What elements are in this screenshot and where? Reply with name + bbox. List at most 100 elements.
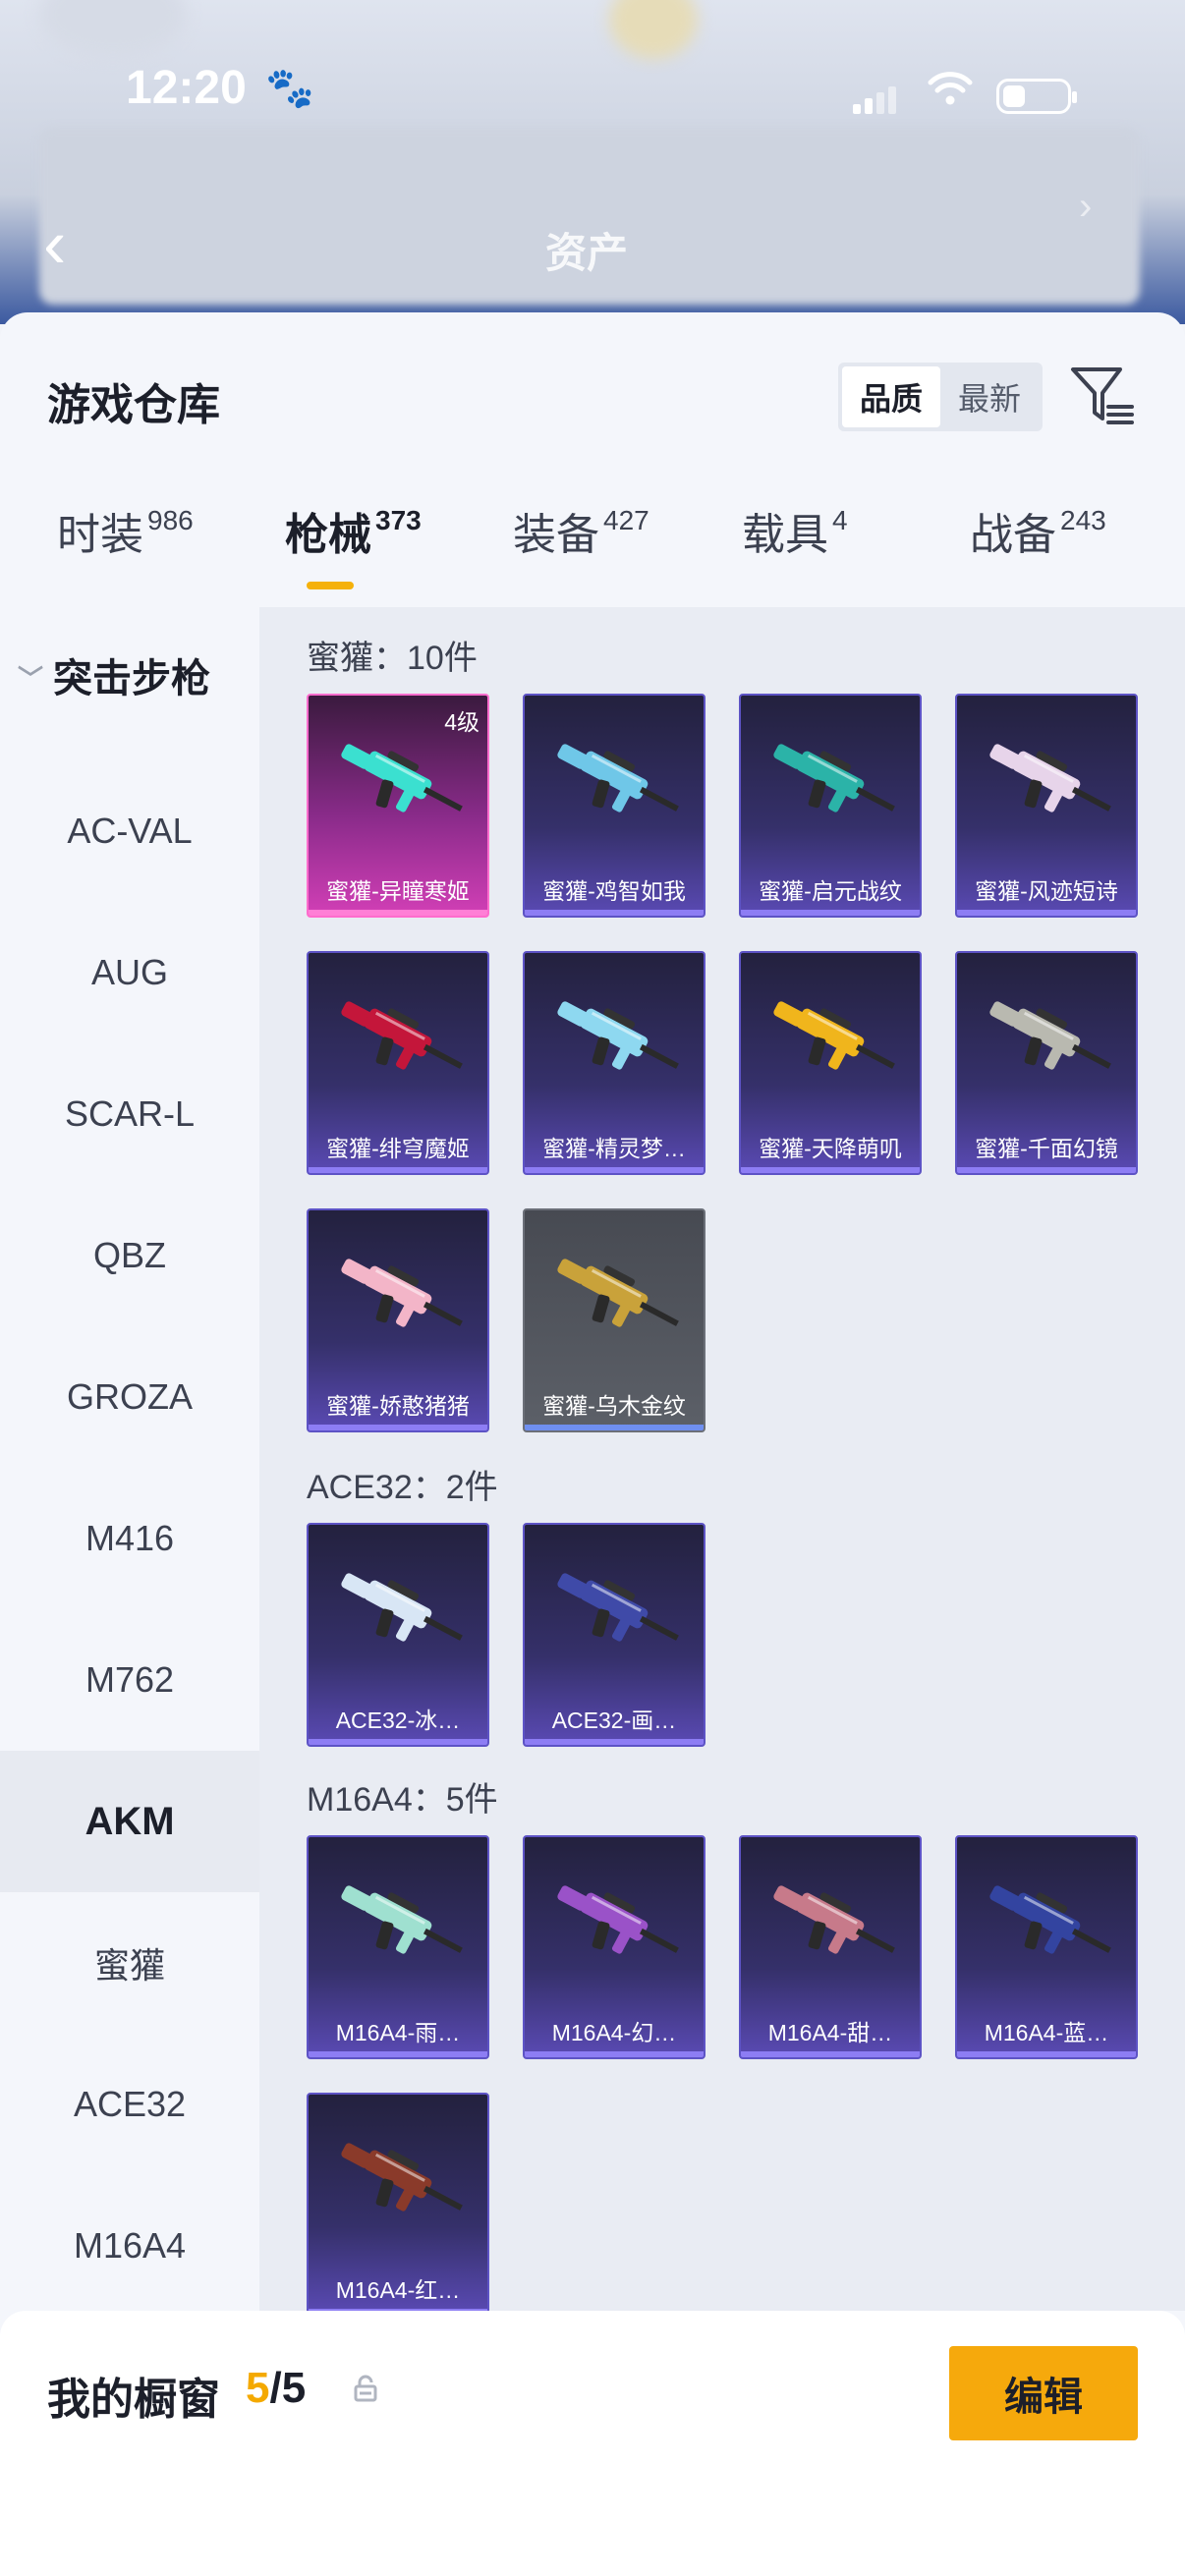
skin-name: M16A4-幻… (551, 2020, 677, 2045)
blurred-avatar (39, 0, 187, 59)
skin-card[interactable]: 4级蜜獾-异瞳寒姬 (307, 694, 489, 918)
tab-label: 时装 (57, 511, 143, 559)
skin-name: M16A4-雨… (335, 2020, 461, 2045)
group-header-m16a4: M16A4：5件 (307, 1781, 498, 1819)
tab-fashion[interactable]: 时装 986 (57, 499, 194, 607)
status-bar: 12:20 🐾 (0, 61, 1185, 130)
tab-equipment[interactable]: 装备 427 (513, 499, 649, 607)
skin-card[interactable]: ACE32-冰… (307, 1523, 489, 1747)
sidebar-group-assault-rifles[interactable]: ﹀ 突击步枪 (18, 646, 210, 703)
rifle-icon (557, 1001, 679, 1070)
tab-firearms[interactable]: 枪械 373 (285, 499, 422, 607)
skin-name: M16A4-蓝… (984, 2020, 1109, 2045)
back-button[interactable]: ‹ (43, 209, 92, 283)
rifle-icon (341, 2143, 463, 2212)
skin-name: 蜜獾-绯穹魔姬 (326, 1136, 470, 1161)
rifle-icon (989, 744, 1111, 812)
sidebar-item-honey-badger[interactable]: 蜜獾 (0, 1892, 259, 2034)
sort-quality-option[interactable]: 品质 (842, 366, 940, 427)
skin-name: 蜜獾-精灵梦… (542, 1136, 686, 1161)
filter-icon[interactable] (1069, 362, 1136, 430)
tab-count: 986 (147, 505, 194, 535)
blurred-profile-header: 12:20 🐾 ‹ 资产 › (0, 0, 1185, 324)
skin-level-badge: 4级 (444, 709, 480, 735)
rifle-icon (557, 1885, 679, 1954)
showcase-count: 5/5 (246, 2364, 306, 2413)
skin-name: 蜜獾-异瞳寒姬 (326, 878, 470, 904)
sidebar-item-m416[interactable]: M416 (0, 1468, 259, 1609)
skin-card[interactable]: 蜜獾-天降萌叽 (739, 951, 922, 1175)
skin-name: M16A4-红… (335, 2277, 461, 2303)
sidebar-item-qbz[interactable]: QBZ (0, 1185, 259, 1326)
tab-gear[interactable]: 战备 243 (970, 499, 1106, 607)
group-header-honey-badger: 蜜獾：10件 (307, 640, 478, 677)
warehouse-title: 游戏仓库 (47, 381, 220, 429)
rifle-icon (773, 1001, 895, 1070)
tab-label: 载具 (742, 511, 828, 559)
sidebar-item-ac-val[interactable]: AC-VAL (0, 760, 259, 902)
skin-card[interactable]: 蜜獾-精灵梦… (523, 951, 705, 1175)
skin-name: 蜜獾-鸡智如我 (542, 878, 686, 904)
warehouse-sheet: 游戏仓库 品质 最新 时装 986 枪械 373 装备 427 载具 4 战备 243 ﹀… (0, 312, 1185, 2576)
rifle-icon (989, 1001, 1111, 1070)
showcase-total: /5 (269, 2364, 307, 2412)
sidebar-item-groza[interactable]: GROZA (0, 1326, 259, 1468)
tab-label: 战备 (970, 511, 1056, 559)
skin-name: 蜜獾-乌木金纹 (542, 1393, 686, 1419)
showcase-label: 我的橱窗 (47, 2376, 220, 2424)
tab-label: 枪械 (285, 511, 371, 559)
chevron-right-icon[interactable]: › (1079, 185, 1092, 229)
chevron-down-icon: ﹀ (18, 664, 44, 694)
group-header-ace32: ACE32：2件 (307, 1469, 498, 1506)
tab-count: 4 (832, 505, 848, 535)
screen: { "status_bar": {"time": "12:20", "paw_g… (0, 0, 1185, 2576)
sidebar-item-ace32[interactable]: ACE32 (0, 2034, 259, 2175)
rifle-icon (341, 1001, 463, 1070)
rifle-icon (557, 1259, 679, 1327)
skin-card[interactable]: M16A4-甜… (739, 1835, 922, 2059)
sort-newest-option[interactable]: 最新 (940, 366, 1039, 427)
skin-name: 蜜獾-娇憨猪猪 (326, 1393, 470, 1419)
rifle-icon (341, 1885, 463, 1954)
skin-name: 蜜獾-启元战纹 (759, 878, 902, 904)
sort-toggle: 品质 最新 (838, 363, 1043, 431)
tab-label: 装备 (513, 511, 599, 559)
paw-icon: 🐾 (265, 67, 314, 110)
tab-count: 243 (1060, 505, 1106, 535)
rifle-icon (557, 744, 679, 812)
cellular-signal-icon (853, 84, 896, 114)
skin-card[interactable]: 蜜獾-千面幻镜 (955, 951, 1138, 1175)
skin-card[interactable]: 蜜獾-启元战纹 (739, 694, 922, 918)
sidebar-item-aug[interactable]: AUG (0, 902, 259, 1043)
skin-name: M16A4-甜… (767, 2020, 893, 2045)
skin-name: 蜜獾-天降萌叽 (759, 1136, 902, 1161)
sidebar-item-m762[interactable]: M762 (0, 1609, 259, 1751)
skin-card[interactable]: 蜜獾-乌木金纹 (523, 1208, 705, 1432)
sidebar-group-label: 突击步枪 (53, 657, 211, 700)
skin-card[interactable]: 蜜獾-绯穹魔姬 (307, 951, 489, 1175)
tab-vehicles[interactable]: 载具 4 (742, 499, 848, 607)
edit-button[interactable]: 编辑 (949, 2346, 1138, 2440)
showcase-bar: 我的橱窗 5/5 编辑 (0, 2311, 1185, 2576)
skin-card[interactable]: 蜜獾-风迹短诗 (955, 694, 1138, 918)
skin-card[interactable]: 蜜獾-鸡智如我 (523, 694, 705, 918)
skin-card[interactable]: M16A4-雨… (307, 1835, 489, 2059)
skin-card[interactable]: M16A4-幻… (523, 1835, 705, 2059)
lock-icon (352, 2374, 379, 2403)
skin-name: 蜜獾-千面幻镜 (975, 1136, 1118, 1161)
skin-card[interactable]: M16A4-蓝… (955, 1835, 1138, 2059)
blurred-emblem (609, 0, 698, 59)
rifle-icon (773, 744, 895, 812)
rifle-icon (557, 1573, 679, 1642)
skin-name: 蜜獾-风迹短诗 (975, 878, 1118, 904)
category-tabs: 时装 986 枪械 373 装备 427 载具 4 战备 243 (0, 499, 1185, 607)
rifle-icon (989, 1885, 1111, 1954)
skin-card[interactable]: 蜜獾-娇憨猪猪 (307, 1208, 489, 1432)
skin-card[interactable]: ACE32-画… (523, 1523, 705, 1747)
skin-card[interactable]: M16A4-红… (307, 2093, 489, 2311)
sidebar-item-akm[interactable]: AKM (0, 1751, 259, 1892)
sidebar-item-m16a4[interactable]: M16A4 (0, 2175, 259, 2317)
sidebar-item-scar-l[interactable]: SCAR-L (0, 1043, 259, 1185)
rifle-icon (341, 1573, 463, 1642)
status-time: 12:20 (126, 62, 247, 114)
